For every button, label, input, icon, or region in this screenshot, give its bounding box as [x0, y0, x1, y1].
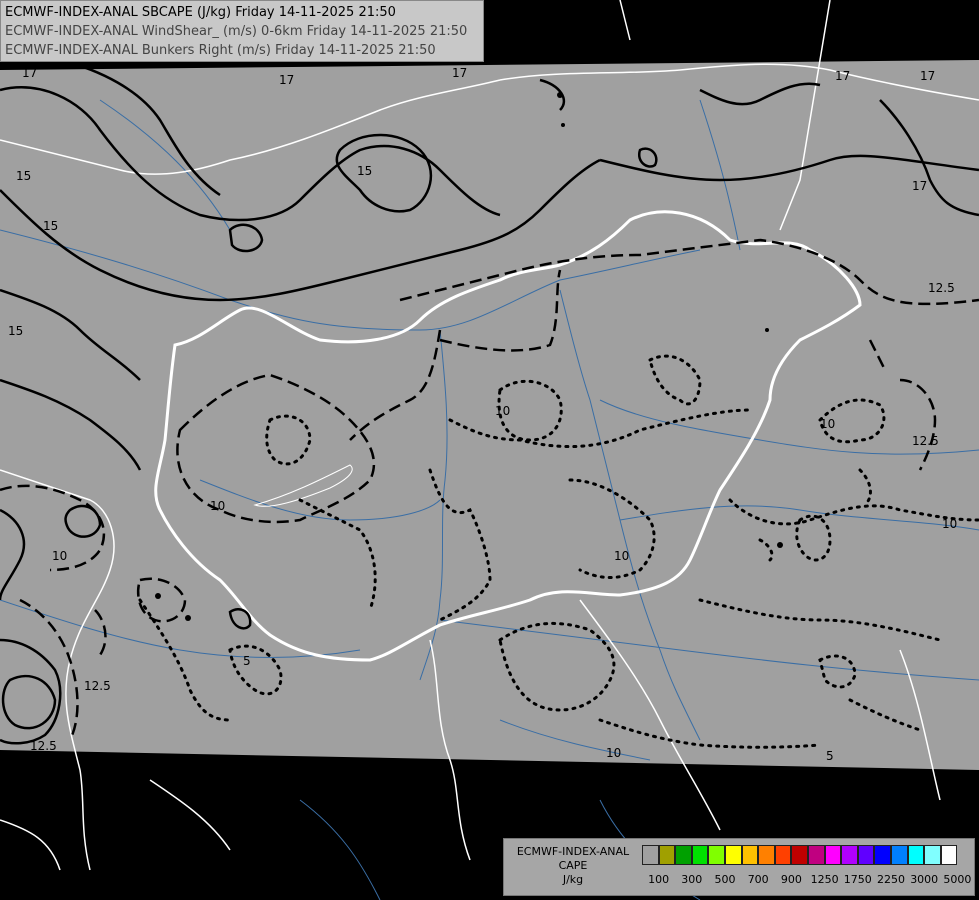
- title-line-sbcape: ECMWF-INDEX-ANAL SBCAPE (J/kg) Friday 14…: [5, 5, 396, 20]
- legend-swatch: [791, 845, 808, 865]
- legend-tick-label: 2250: [877, 873, 905, 886]
- contour-label: 17: [920, 69, 935, 83]
- contour-label: 15: [8, 324, 23, 338]
- legend-title-variable: CAPE: [558, 859, 588, 872]
- legend-swatch: [857, 845, 875, 865]
- legend-swatch: [940, 845, 958, 865]
- legend-swatch: [824, 845, 842, 865]
- legend-swatch: [807, 845, 825, 865]
- contour-label: 12.5: [928, 281, 955, 295]
- legend-swatch: [924, 845, 941, 865]
- cape-legend: ECMWF-INDEX-ANAL CAPE J/kg 100 300 500 700 9…: [503, 838, 975, 896]
- contour-label: 5: [826, 749, 834, 763]
- legend-swatch: [708, 845, 725, 865]
- legend-title-model: ECMWF-INDEX-ANAL: [516, 845, 630, 858]
- legend-swatch: [758, 845, 775, 865]
- legend-title-unit: J/kg: [562, 873, 584, 886]
- legend-swatch: [874, 845, 891, 865]
- legend-swatch: [907, 845, 925, 865]
- title-box: ECMWF-INDEX-ANAL SBCAPE (J/kg) Friday 14…: [0, 0, 484, 62]
- legend-swatch: [691, 845, 709, 865]
- legend-tick-label: 300: [681, 873, 703, 886]
- contour-label: 10: [606, 746, 621, 760]
- legend-tick-label: 1750: [843, 873, 872, 886]
- legend-swatch: [741, 845, 759, 865]
- legend-tick-label: 100: [648, 873, 670, 886]
- contour-label: 10: [52, 549, 67, 563]
- legend-color-bar: [642, 845, 958, 865]
- contour-label: 10: [820, 417, 835, 431]
- legend-title: ECMWF-INDEX-ANAL CAPE J/kg: [510, 845, 636, 887]
- title-line-bunkers: ECMWF-INDEX-ANAL Bunkers Right (m/s) Fri…: [5, 43, 436, 58]
- contour-label: 10: [614, 549, 629, 563]
- contour-label: 15: [43, 219, 58, 233]
- contour-label: 10: [495, 404, 510, 418]
- contour-label: 10: [942, 517, 957, 531]
- legend-swatch: [642, 845, 659, 865]
- contour-label: 12.5: [30, 739, 57, 753]
- legend-tick-label: 1250: [810, 873, 839, 886]
- legend-swatch: [890, 845, 908, 865]
- legend-swatch: [841, 845, 858, 865]
- contour-label: 12.5: [912, 434, 939, 448]
- contour-label: 12.5: [84, 679, 111, 693]
- contour-label: 15: [357, 164, 372, 178]
- contour-label: 17: [452, 66, 467, 80]
- contour-label: 17: [835, 69, 850, 83]
- contour-label: 10: [210, 499, 225, 513]
- data-region: [0, 60, 979, 770]
- legend-tick-label: 900: [780, 873, 802, 886]
- contour-label: 17: [279, 73, 294, 87]
- legend-tick-label: 700: [747, 873, 769, 886]
- contour-label: 17: [22, 66, 37, 80]
- legend-swatch: [675, 845, 692, 865]
- title-line-windshear: ECMWF-INDEX-ANAL WindShear_ (m/s) 0-6km …: [5, 24, 468, 39]
- contour-label: 15: [16, 169, 31, 183]
- contour-label: 5: [243, 654, 251, 668]
- weather-map: 17 17 17 17 17 17 15 15 15 15 12.5 12.5 …: [0, 0, 979, 900]
- legend-tick-label: 3000: [910, 873, 939, 886]
- legend-tick-label: 5000: [943, 873, 972, 886]
- legend-swatch: [658, 845, 676, 865]
- legend-ticks: 100 300 500 700 900 1250 1750 2250 3000 5000: [642, 873, 972, 889]
- legend-tick-label: 500: [714, 873, 736, 886]
- legend-swatch: [724, 845, 742, 865]
- legend-swatch: [774, 845, 792, 865]
- contour-label: 17: [912, 179, 927, 193]
